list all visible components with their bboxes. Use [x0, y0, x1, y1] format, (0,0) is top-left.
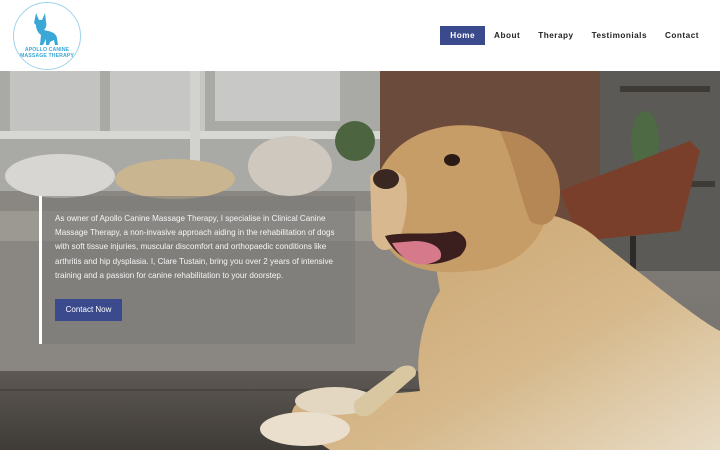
nav-item-therapy[interactable]: Therapy — [529, 26, 582, 45]
intro-text: As owner of Apollo Canine Massage Therap… — [55, 214, 335, 280]
dog-silhouette-icon — [34, 13, 58, 45]
intro-panel: As owner of Apollo Canine Massage Therap… — [39, 196, 355, 344]
main-nav: Home About Therapy Testimonials Contact — [440, 26, 708, 45]
site-logo[interactable]: APOLLO CANINE MASSAGE THERAPY — [13, 2, 81, 70]
nav-item-home[interactable]: Home — [440, 26, 486, 45]
nav-item-about[interactable]: About — [485, 26, 529, 45]
nav-item-testimonials[interactable]: Testimonials — [583, 26, 656, 45]
nav-item-contact[interactable]: Contact — [656, 26, 708, 45]
logo-text-line2: MASSAGE THERAPY — [20, 53, 74, 59]
hero-section: As owner of Apollo Canine Massage Therap… — [0, 71, 720, 450]
contact-now-button[interactable]: Contact Now — [55, 299, 122, 321]
site-header: APOLLO CANINE MASSAGE THERAPY Home About… — [0, 0, 720, 71]
